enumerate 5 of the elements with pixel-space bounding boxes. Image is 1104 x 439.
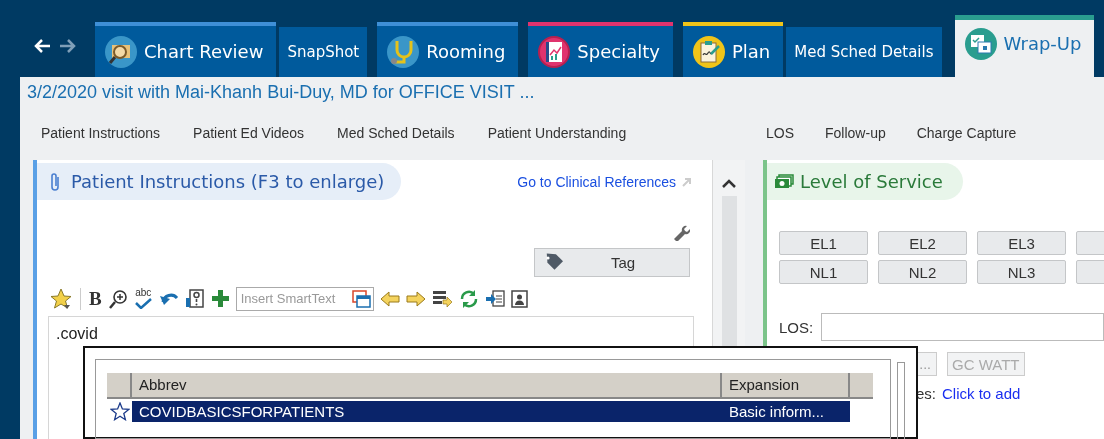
- section-title: Level of Service: [800, 171, 943, 192]
- editor-text: .covid: [56, 325, 98, 342]
- los-label: LOS:: [779, 318, 814, 336]
- visit-title: 3/2/2020 visit with Mai-Khanh Bui-Duy, MD for OFFICE VISIT ...: [27, 82, 535, 102]
- section-title: Patient Instructions (F3 to enlarge): [71, 171, 385, 192]
